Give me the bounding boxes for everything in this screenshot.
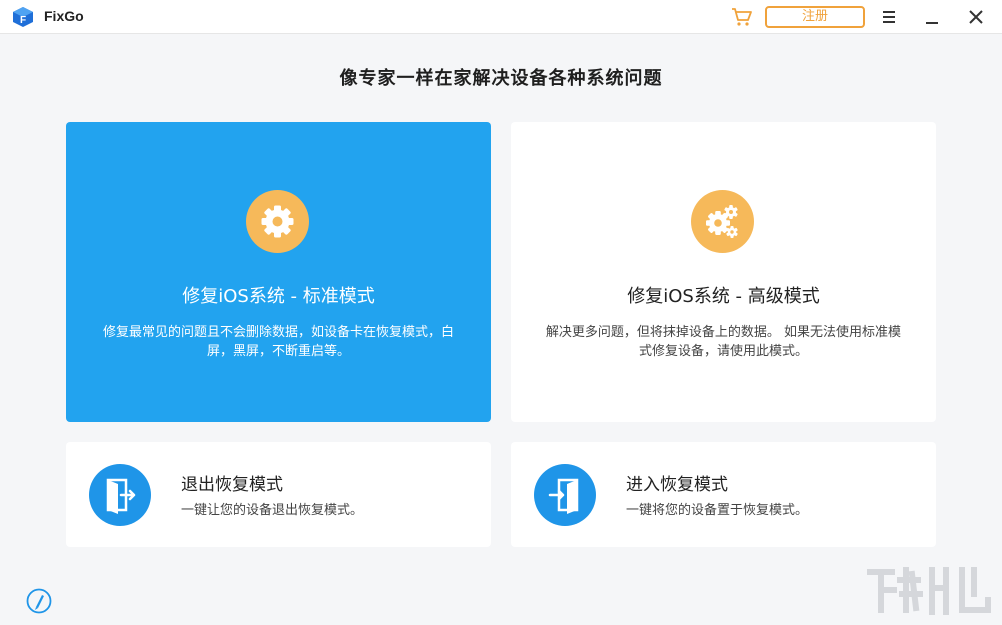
fixgo-logo-icon: F bbox=[13, 7, 33, 27]
advanced-mode-title: 修复iOS系统 - 高级模式 bbox=[627, 286, 820, 307]
enter-recovery-description: 一键将您的设备置于恢复模式。 bbox=[626, 503, 809, 518]
app-title: FixGo bbox=[44, 8, 84, 24]
standard-mode-title: 修复iOS系统 - 标准模式 bbox=[182, 286, 375, 307]
gears-icon bbox=[691, 190, 754, 253]
enter-recovery-card[interactable]: 进入恢复模式 一键将您的设备置于恢复模式。 bbox=[511, 442, 936, 547]
advanced-mode-description: 解决更多问题，但将抹掉设备上的数据。 如果无法使用标准模式修复设备，请使用此模式… bbox=[545, 325, 902, 359]
minimize-icon[interactable] bbox=[920, 5, 944, 29]
exit-recovery-description: 一键让您的设备退出恢复模式。 bbox=[181, 503, 364, 518]
standard-mode-card[interactable]: 修复iOS系统 - 标准模式 修复最常见的问题且不会删除数据，如设备卡在恢复模式… bbox=[66, 122, 491, 422]
enter-door-icon bbox=[534, 464, 596, 526]
enter-recovery-title: 进入恢复模式 bbox=[626, 475, 728, 495]
exit-recovery-title: 退出恢复模式 bbox=[181, 475, 283, 495]
gear-icon bbox=[246, 190, 309, 253]
register-button[interactable]: 注册 bbox=[765, 6, 865, 28]
cart-icon[interactable] bbox=[731, 7, 753, 27]
feedback-icon[interactable] bbox=[26, 588, 52, 614]
watermark-logo bbox=[867, 567, 991, 615]
exit-recovery-card[interactable]: 退出恢复模式 一键让您的设备退出恢复模式。 bbox=[66, 442, 491, 547]
hamburger-menu-icon[interactable] bbox=[877, 5, 901, 29]
advanced-mode-card[interactable]: 修复iOS系统 - 高级模式 解决更多问题，但将抹掉设备上的数据。 如果无法使用… bbox=[511, 122, 936, 422]
svg-text:F: F bbox=[20, 15, 26, 26]
title-bar: F FixGo 注册 bbox=[0, 0, 1002, 34]
exit-door-icon bbox=[89, 464, 151, 526]
close-icon[interactable] bbox=[964, 5, 988, 29]
page-heading: 像专家一样在家解决设备各种系统问题 bbox=[339, 68, 663, 89]
standard-mode-description: 修复最常见的问题且不会删除数据，如设备卡在恢复模式，白屏，黑屏，不断重启等。 bbox=[102, 325, 454, 359]
